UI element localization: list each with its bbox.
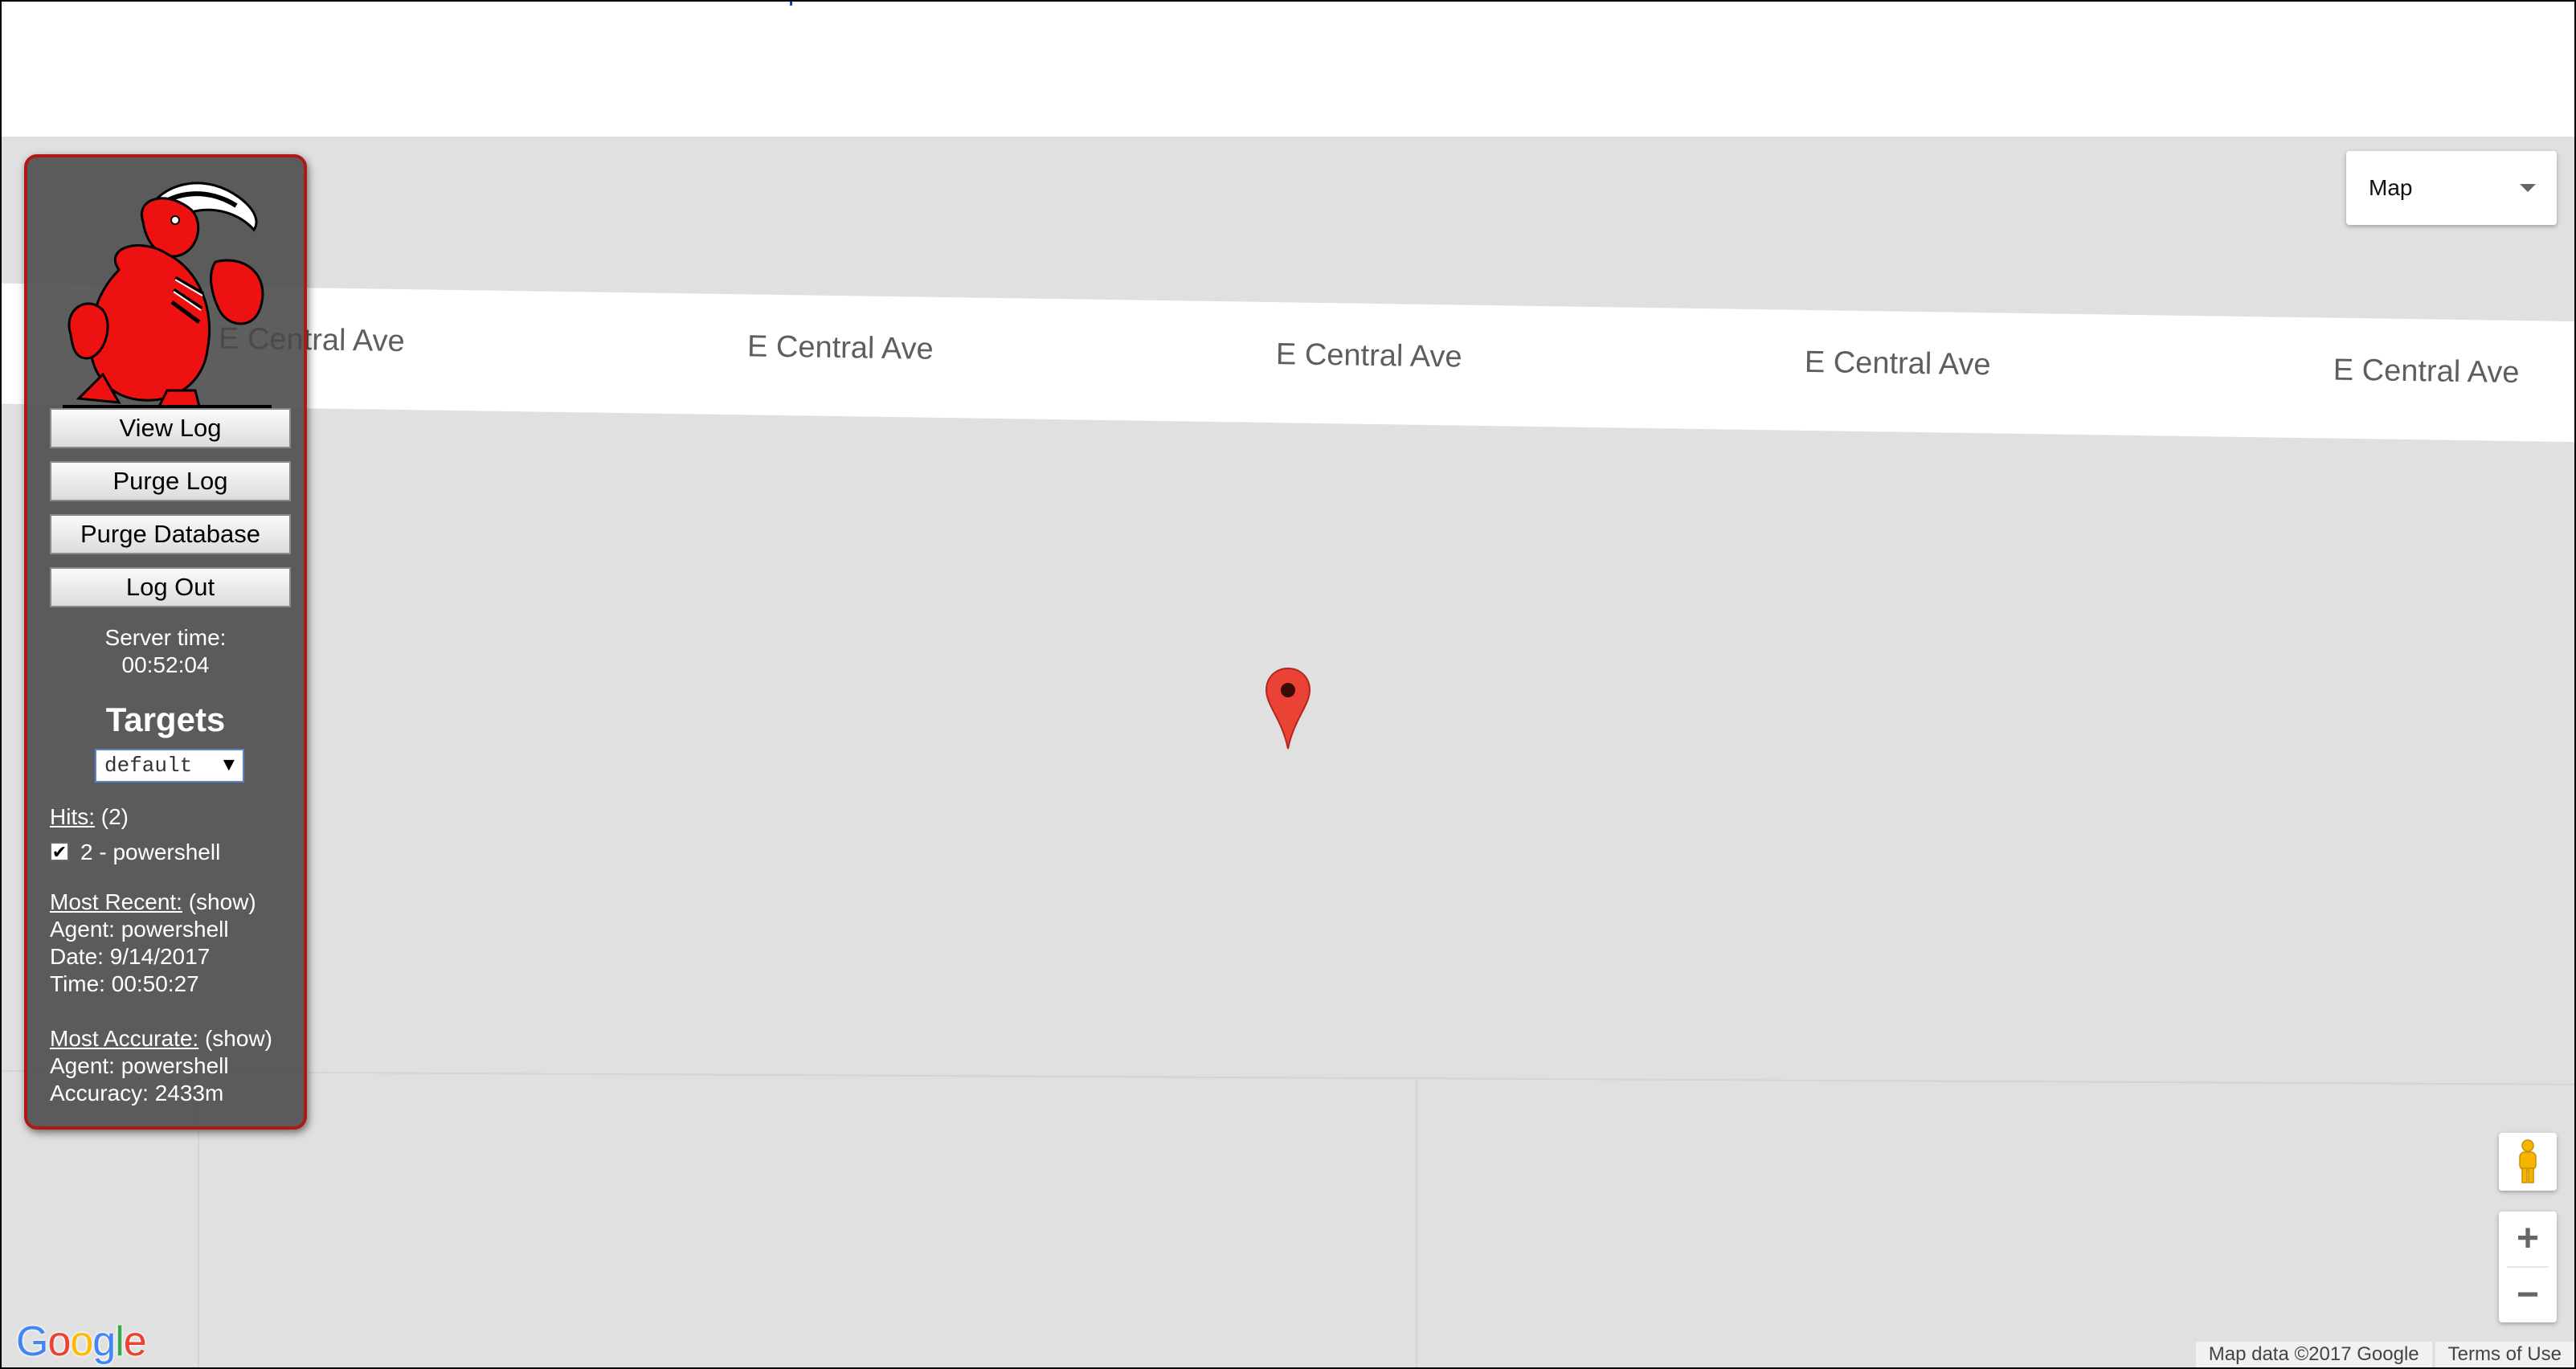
view-log-button[interactable]: View Log	[50, 408, 291, 448]
most-accurate-show-toggle[interactable]: (show)	[205, 1026, 272, 1051]
purge-database-button[interactable]: Purge Database	[50, 514, 291, 554]
hits-count: (2)	[100, 804, 129, 829]
map-type-dropdown[interactable]: Map	[2346, 151, 2557, 225]
most-recent-show-toggle[interactable]: (show)	[189, 889, 256, 914]
server-time-value: 00:52:04	[121, 652, 210, 677]
most-accurate-agent: Agent: powershell	[50, 1053, 229, 1078]
logo-letter: o	[70, 1318, 93, 1365]
chevron-down-icon	[2520, 184, 2536, 192]
road-label: E Central Ave	[1275, 337, 1462, 374]
browser-viewport: E Central Ave E Central Ave E Central Av…	[0, 0, 2576, 1369]
most-accurate-link[interactable]: Most Accurate:	[50, 1026, 198, 1051]
logo-letter: G	[16, 1318, 48, 1365]
most-recent-time: Time: 00:50:27	[50, 971, 199, 996]
most-recent-agent: Agent: powershell	[50, 917, 229, 942]
logo-letter: o	[47, 1318, 71, 1365]
logo-letter: l	[115, 1318, 125, 1365]
most-recent-date: Date: 9/14/2017	[50, 944, 211, 969]
most-recent-row: Most Recent: (show)	[50, 889, 256, 916]
map-data-credit: Map data ©2017 Google	[2195, 1342, 2432, 1367]
road-label: E Central Ave	[1804, 345, 1991, 382]
hits-row: Hits: (2)	[50, 803, 129, 831]
hit-item-label: 2 - powershell	[80, 840, 221, 864]
map-attribution: Map data ©2017 Google Terms of Use	[2195, 1342, 2574, 1367]
minor-road-horizontal	[2, 1070, 2574, 1086]
map-marker-icon[interactable]	[1265, 667, 1311, 750]
top-marker-dot	[790, 2, 792, 6]
server-time-label: Server time:	[104, 625, 227, 650]
google-logo: Google	[16, 1318, 147, 1366]
street-view-pegman[interactable]	[2499, 1133, 2557, 1191]
road-e-central-ave: E Central Ave E Central Ave E Central Av…	[2, 283, 2574, 443]
hit-item: ✔ 2 - powershell	[50, 839, 220, 866]
road-label: E Central Ave	[746, 329, 934, 366]
map-canvas[interactable]: E Central Ave E Central Ave E Central Av…	[2, 137, 2574, 1367]
minor-road-vertical	[1416, 1080, 1417, 1367]
pegman-icon	[2519, 1139, 2537, 1183]
hits-link[interactable]: Hits:	[50, 804, 95, 829]
logo-letter: e	[123, 1318, 147, 1365]
logo-letter: g	[92, 1318, 116, 1365]
badger-mascot-logo	[63, 182, 272, 408]
control-panel: View Log Purge Log Purge Database Log Ou…	[24, 154, 307, 1130]
terms-of-use-link[interactable]: Terms of Use	[2435, 1342, 2574, 1367]
road-label: E Central Ave	[2333, 353, 2520, 390]
map-type-label: Map	[2369, 175, 2413, 200]
zoom-in-button[interactable]: +	[2499, 1212, 2557, 1266]
hit-checkbox[interactable]: ✔	[50, 842, 69, 861]
zoom-out-button[interactable]: −	[2499, 1268, 2557, 1322]
zoom-control: + −	[2499, 1212, 2557, 1322]
purge-log-button[interactable]: Purge Log	[50, 461, 291, 501]
target-select-value: default	[104, 754, 193, 778]
most-accurate-row: Most Accurate: (show)	[50, 1025, 272, 1052]
target-select[interactable]: default ▼	[95, 749, 244, 783]
most-accurate-accuracy: Accuracy: 2433m	[50, 1081, 224, 1105]
log-out-button[interactable]: Log Out	[50, 567, 291, 607]
most-recent-link[interactable]: Most Recent:	[50, 889, 182, 914]
dropdown-arrow-icon: ▼	[223, 754, 235, 777]
targets-heading: Targets	[105, 701, 226, 738]
